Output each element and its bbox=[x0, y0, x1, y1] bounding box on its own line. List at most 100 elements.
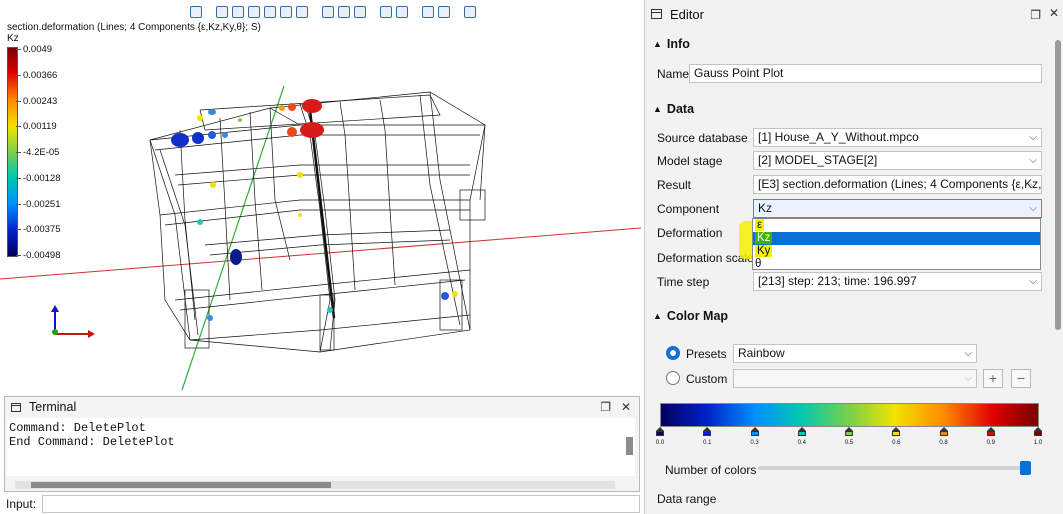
dropdown-option[interactable]: θ bbox=[753, 258, 1040, 271]
colormap-stop-handle[interactable] bbox=[750, 427, 759, 436]
float-icon[interactable]: ❐ bbox=[600, 400, 611, 414]
view-back-icon[interactable] bbox=[232, 6, 244, 18]
terminal-icon bbox=[11, 402, 21, 412]
colormap-stop-handle[interactable] bbox=[892, 427, 901, 436]
section-color-map-header[interactable]: ▲ Color Map bbox=[653, 309, 728, 323]
colormap-stop-handle[interactable] bbox=[939, 427, 948, 436]
terminal-vertical-scrollbar[interactable] bbox=[626, 437, 633, 455]
dropdown-option[interactable]: ε bbox=[753, 219, 1040, 232]
presets-label: Presets bbox=[686, 347, 727, 361]
colormap-stop-handle[interactable] bbox=[656, 427, 664, 436]
close-icon[interactable]: ✕ bbox=[1049, 6, 1059, 20]
zoom-icon[interactable] bbox=[438, 6, 450, 18]
view-iso-icon[interactable] bbox=[190, 6, 202, 18]
3d-viewport[interactable]: section.deformation (Lines; 4 Components… bbox=[0, 0, 641, 394]
show-icon[interactable] bbox=[322, 6, 334, 18]
colorbar-tick bbox=[16, 126, 21, 128]
time-step-select[interactable]: [213] step: 213; time: 196.997 ⌵ bbox=[753, 272, 1042, 291]
number-of-colors-slider[interactable] bbox=[758, 466, 1030, 470]
x-axis-line bbox=[0, 227, 641, 280]
colorbar-tick bbox=[16, 255, 21, 256]
colormap-stop-handle[interactable] bbox=[1034, 427, 1042, 436]
colormap-stop-label: 1.0 bbox=[1033, 440, 1043, 446]
close-icon[interactable]: ✕ bbox=[621, 400, 631, 414]
colormap-gradient[interactable] bbox=[660, 403, 1039, 427]
chevron-down-icon: ⌵ bbox=[1029, 155, 1037, 166]
colormap-stop-label: 0.3 bbox=[750, 440, 759, 446]
legend-title: Kz bbox=[7, 33, 19, 44]
view-toolbar bbox=[190, 4, 476, 20]
plot-title: section.deformation (Lines; 4 Components… bbox=[7, 22, 261, 33]
collapse-icon: ▲ bbox=[653, 311, 662, 321]
source-database-select[interactable]: [1] House_A_Y_Without.mpco ⌵ bbox=[753, 128, 1042, 147]
chevron-down-icon: ⌵ bbox=[1029, 179, 1037, 190]
colorbar-tick bbox=[16, 177, 21, 179]
custom-radio[interactable] bbox=[666, 371, 680, 385]
component-dropdown-list[interactable]: ε Kz Ky θ bbox=[752, 218, 1041, 270]
colormap-stop-handle[interactable] bbox=[797, 427, 806, 436]
component-select[interactable]: Kz ⌵ bbox=[753, 199, 1042, 218]
terminal-header: Terminal bbox=[5, 397, 639, 417]
remove-colormap-button[interactable]: − bbox=[1011, 369, 1031, 388]
dropdown-option[interactable]: Ky bbox=[753, 245, 1040, 258]
view-right-icon[interactable] bbox=[264, 6, 276, 18]
view-left-icon[interactable] bbox=[248, 6, 260, 18]
float-icon[interactable]: ❐ bbox=[1030, 8, 1041, 22]
custom-select[interactable]: ⌵ bbox=[733, 369, 977, 388]
command-input-row: Input: bbox=[4, 494, 640, 514]
model-stage-select[interactable]: [2] MODEL_STAGE[2] ⌵ bbox=[753, 151, 1042, 170]
editor-scrollbar[interactable] bbox=[1055, 40, 1061, 330]
chevron-down-icon: ⌵ bbox=[1029, 203, 1037, 214]
colormap-stop-label: 0.4 bbox=[797, 440, 806, 446]
chevron-down-icon: ⌵ bbox=[1029, 276, 1037, 287]
view-front-icon[interactable] bbox=[216, 6, 228, 18]
pause-icon[interactable] bbox=[396, 6, 408, 18]
chevron-down-icon: ⌵ bbox=[1029, 132, 1037, 143]
model-stage-label: Model stage bbox=[657, 154, 723, 168]
deformation-label: Deformation bbox=[657, 226, 723, 240]
chevron-down-icon: ⌵ bbox=[964, 373, 972, 384]
presets-radio[interactable] bbox=[666, 346, 680, 360]
colorbar-tick-label: -0.00375 bbox=[23, 224, 61, 236]
terminal-horizontal-scrollbar[interactable] bbox=[15, 481, 615, 489]
colormap-stop-handle[interactable] bbox=[703, 427, 712, 436]
eye-hide-icon[interactable] bbox=[354, 6, 366, 18]
presets-select[interactable]: Rainbow ⌵ bbox=[733, 344, 977, 363]
slider-handle[interactable] bbox=[1020, 461, 1031, 475]
view-bottom-icon[interactable] bbox=[296, 6, 308, 18]
chevron-down-icon: ⌵ bbox=[964, 348, 972, 359]
name-label: Name bbox=[657, 67, 690, 81]
colorbar-tick-label: -0.00251 bbox=[23, 198, 61, 210]
terminal-scroll-thumb[interactable] bbox=[31, 482, 331, 488]
section-info-header[interactable]: ▲ Info bbox=[653, 37, 690, 51]
collapse-icon: ▲ bbox=[653, 104, 662, 114]
colormap-stop-handle[interactable] bbox=[845, 427, 853, 436]
colorbar-tick-label: -4.2E-05 bbox=[23, 147, 60, 158]
dropdown-option-selected[interactable]: Kz bbox=[753, 232, 1040, 245]
terminal-output[interactable]: Command: DeletePlot End Command: DeleteP… bbox=[7, 418, 635, 476]
time-step-label: Time step bbox=[657, 275, 710, 289]
symmetry-icon[interactable] bbox=[380, 6, 392, 18]
colorbar-tick bbox=[16, 100, 21, 102]
command-input[interactable] bbox=[42, 495, 640, 513]
section-data-header[interactable]: ▲ Data bbox=[653, 102, 694, 116]
collapse-icon: ▲ bbox=[653, 39, 662, 49]
add-colormap-button[interactable]: + bbox=[983, 369, 1003, 388]
component-label: Component bbox=[657, 202, 720, 216]
result-select[interactable]: [E3] section.deformation (Lines; 4 Compo… bbox=[753, 175, 1042, 194]
eye-icon[interactable] bbox=[338, 6, 350, 18]
plus-icon: + bbox=[988, 370, 998, 386]
zoom-fit-icon[interactable] bbox=[422, 6, 434, 18]
colorbar-tick-label: 0.0049 bbox=[23, 44, 53, 55]
terminal-line: Command: DeletePlot bbox=[9, 421, 146, 435]
view-top-icon[interactable] bbox=[280, 6, 292, 18]
colormap-stop-label: 0.9 bbox=[986, 440, 995, 446]
grid-icon[interactable] bbox=[464, 6, 476, 18]
colormap-stop-label: 0.5 bbox=[844, 440, 854, 446]
terminal-panel: Terminal ❐ ✕ Command: DeletePlot End Com… bbox=[4, 396, 640, 492]
colorbar-tick-label: 0.00366 bbox=[23, 69, 58, 81]
model-scene[interactable] bbox=[0, 0, 641, 394]
colormap-stop-handle[interactable] bbox=[986, 427, 995, 436]
name-field[interactable]: Gauss Point Plot bbox=[689, 64, 1042, 83]
data-range-label: Data range bbox=[657, 492, 717, 506]
